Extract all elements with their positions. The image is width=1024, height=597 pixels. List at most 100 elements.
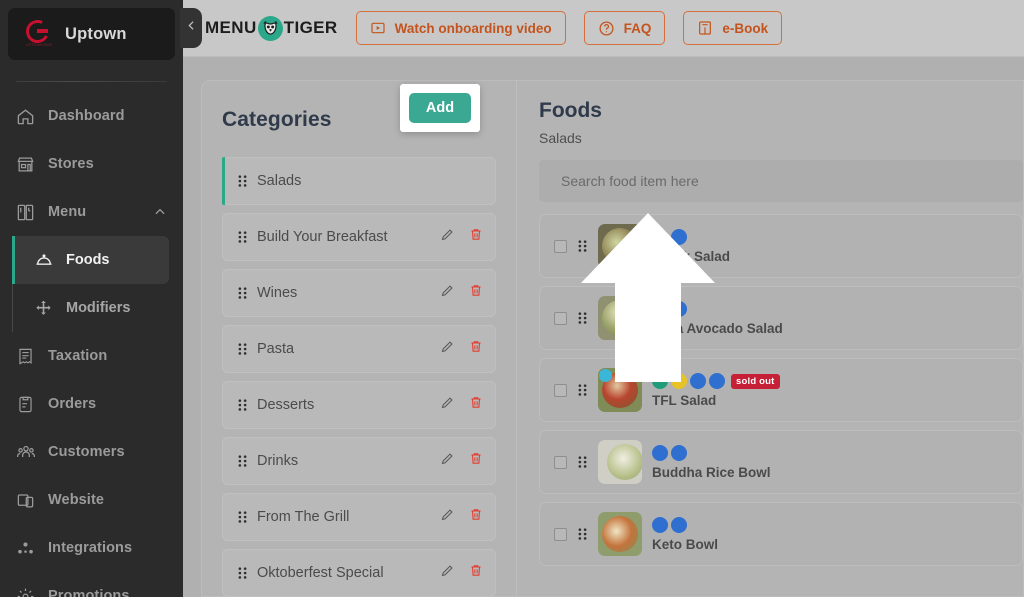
food-row[interactable]: Buddha Rice Bowl (539, 430, 1023, 494)
orders-clipboard-icon (16, 395, 42, 414)
delete-trash-icon[interactable] (469, 563, 483, 583)
brand-logo-subtext: UPTOWN BAR (26, 43, 52, 47)
add-category-button[interactable]: Add (409, 93, 471, 123)
drag-handle-icon[interactable] (237, 566, 248, 580)
category-row[interactable]: Pasta (222, 325, 496, 373)
food-badges (652, 301, 783, 318)
category-actions (440, 395, 483, 415)
sidebar: UPTOWN BAR Uptown Dashboard Stores Menu … (0, 0, 183, 597)
button-label: Watch onboarding video (394, 20, 552, 36)
category-row[interactable]: Salads (222, 157, 496, 205)
watch-onboarding-video-button[interactable]: Watch onboarding video (355, 11, 566, 45)
category-name: Wines (257, 285, 298, 301)
food-thumbnail (598, 440, 642, 484)
row-checkbox[interactable] (554, 455, 567, 469)
food-name: Tuna Avocado Salad (652, 320, 783, 336)
category-actions (440, 339, 483, 359)
food-badges (652, 445, 771, 462)
row-checkbox[interactable] (554, 311, 567, 325)
button-label: e-Book (722, 20, 769, 36)
edit-pencil-icon[interactable] (440, 283, 455, 303)
faq-button[interactable]: FAQ (583, 11, 666, 45)
brand-header[interactable]: UPTOWN BAR Uptown (8, 8, 175, 60)
food-row[interactable]: Greek Salad (539, 214, 1023, 278)
drag-handle-icon[interactable] (237, 174, 248, 188)
delete-trash-icon[interactable] (469, 451, 483, 471)
sidebar-collapse-toggle[interactable] (180, 8, 202, 48)
edit-pencil-icon[interactable] (440, 563, 455, 583)
search-input[interactable] (539, 160, 1023, 202)
badge-allergen-icon (652, 517, 668, 533)
category-row[interactable]: Desserts (222, 381, 496, 429)
drag-handle-icon[interactable] (237, 286, 248, 300)
category-name: From The Grill (257, 509, 350, 525)
drag-handle-icon[interactable] (237, 342, 248, 356)
main-area: MENU TIGER Watch onboarding video FAQ e-… (183, 0, 1024, 597)
food-row[interactable]: Keto Bowl (539, 502, 1023, 566)
brand-name: Uptown (65, 24, 127, 43)
edit-pencil-icon[interactable] (440, 507, 455, 527)
categories-list: Salads Build Your Breakfast Wines Pasta … (222, 157, 496, 597)
delete-trash-icon[interactable] (469, 339, 483, 359)
chevron-up-icon[interactable] (153, 205, 167, 219)
drag-handle-icon[interactable] (577, 527, 588, 541)
sidebar-item-website[interactable]: Website (0, 476, 183, 524)
category-row[interactable]: Oktoberfest Special (222, 549, 496, 597)
sidebar-item-label: Promotions (48, 588, 130, 597)
sidebar-item-label: Foods (66, 252, 110, 268)
sidebar-item-dashboard[interactable]: Dashboard (0, 92, 183, 140)
edit-pencil-icon[interactable] (440, 339, 455, 359)
delete-trash-icon[interactable] (469, 507, 483, 527)
sidebar-item-label: Website (48, 492, 105, 508)
edit-pencil-icon[interactable] (440, 227, 455, 247)
tiger-face-icon (257, 15, 283, 41)
category-row[interactable]: Build Your Breakfast (222, 213, 496, 261)
drag-handle-icon[interactable] (577, 455, 588, 469)
edit-pencil-icon[interactable] (440, 451, 455, 471)
drag-handle-icon[interactable] (237, 454, 248, 468)
sidebar-item-promotions[interactable]: Promotions (0, 572, 183, 597)
ebook-button[interactable]: e-Book (683, 11, 783, 45)
food-meta: Greek Salad (652, 229, 730, 264)
row-checkbox[interactable] (554, 527, 567, 541)
category-name: Oktoberfest Special (257, 565, 384, 581)
categories-panel: Categories Salads Build Your Breakfast W… (202, 81, 516, 597)
g-logo-icon: UPTOWN BAR (23, 17, 53, 48)
category-row[interactable]: Wines (222, 269, 496, 317)
food-row[interactable]: Tuna Avocado Salad (539, 286, 1023, 350)
sidebar-item-orders[interactable]: Orders (0, 380, 183, 428)
sidebar-item-customers[interactable]: Customers (0, 428, 183, 476)
content-area: Categories Salads Build Your Breakfast W… (183, 57, 1024, 597)
sidebar-item-menu[interactable]: Menu (0, 188, 183, 236)
sidebar-item-modifiers[interactable]: Modifiers (12, 284, 183, 332)
category-actions (440, 227, 483, 247)
question-circle-icon (598, 20, 615, 37)
play-video-icon (370, 20, 386, 36)
row-checkbox[interactable] (554, 239, 567, 253)
drag-handle-icon[interactable] (237, 398, 248, 412)
sidebar-item-integrations[interactable]: Integrations (0, 524, 183, 572)
foods-panel: Foods Salads Search food item here Greek… (516, 81, 1023, 596)
drag-handle-icon[interactable] (237, 510, 248, 524)
sidebar-item-taxation[interactable]: Taxation (0, 332, 183, 380)
edit-pencil-icon[interactable] (440, 395, 455, 415)
drag-handle-icon[interactable] (237, 230, 248, 244)
sidebar-item-foods[interactable]: Foods (12, 236, 169, 284)
drag-handle-icon[interactable] (577, 239, 588, 253)
drag-handle-icon[interactable] (577, 383, 588, 397)
delete-trash-icon[interactable] (469, 395, 483, 415)
row-checkbox[interactable] (554, 383, 567, 397)
category-row[interactable]: From The Grill (222, 493, 496, 541)
category-row[interactable]: Drinks (222, 437, 496, 485)
sidebar-item-stores[interactable]: Stores (0, 140, 183, 188)
app-root: UPTOWN BAR Uptown Dashboard Stores Menu … (0, 0, 1024, 597)
food-row[interactable]: sold out TFL Salad (539, 358, 1023, 422)
category-name: Build Your Breakfast (257, 229, 388, 245)
badge-dietary-icon (671, 301, 687, 317)
drag-handle-icon[interactable] (577, 311, 588, 325)
delete-trash-icon[interactable] (469, 227, 483, 247)
delete-trash-icon[interactable] (469, 283, 483, 303)
sidebar-nav: Dashboard Stores Menu Foods Modifiers Ta… (0, 92, 183, 597)
category-name: Salads (257, 173, 302, 189)
website-icon (16, 491, 42, 510)
